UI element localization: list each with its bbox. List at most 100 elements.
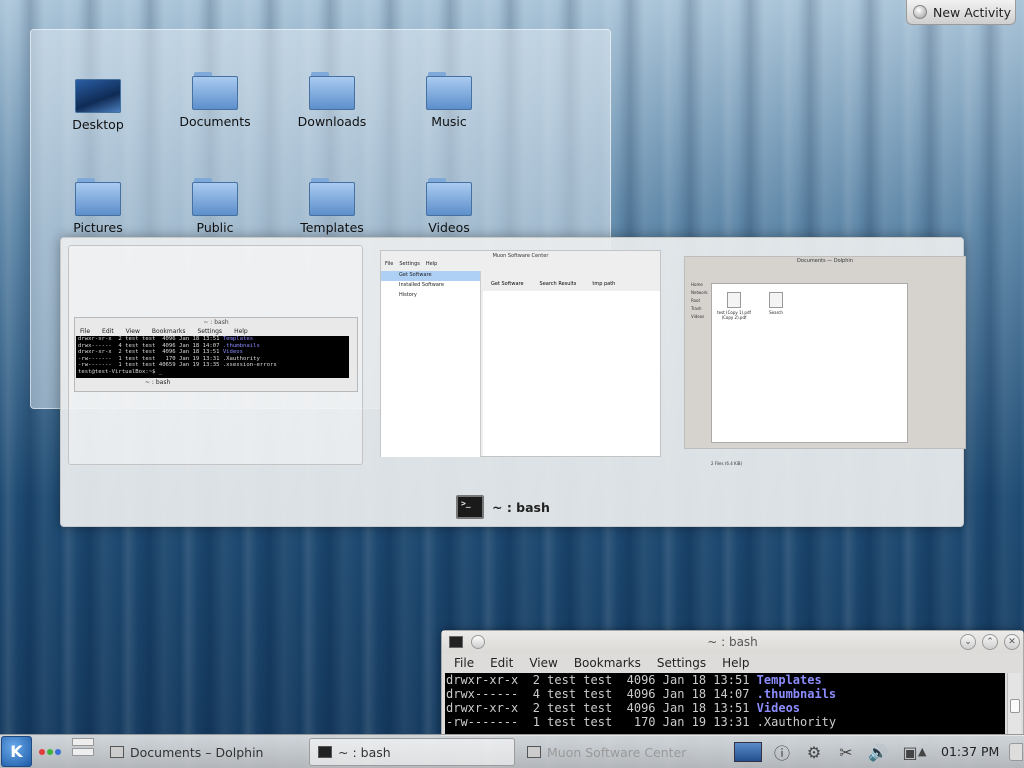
preview-place: Videos [691,314,705,319]
folder-label: Videos [428,220,470,235]
preview-place: Network [691,290,708,295]
muon-icon [527,746,541,758]
konsole-preview: ~ : bash File Edit View Bookmarks Settin… [74,317,358,392]
term-dir: Templates [756,673,822,687]
pictures-folder[interactable]: Pictures [48,178,148,235]
templates-folder[interactable]: Templates [282,178,382,235]
task-label: Muon Software Center [547,744,687,760]
tray-expand-icon[interactable]: ▲ [918,745,926,758]
activity-dot [39,749,45,755]
menu-file[interactable]: File [446,656,482,670]
term-line: drwxr-xr-x 2 test test 4096 Jan 18 13:51 [78,349,223,356]
term-line: -rw------- 1 test test 170 Jan 19 13:31 … [446,715,837,729]
new-activity-button[interactable]: New Activity [906,0,1016,25]
terminal-output[interactable]: drwxr-xr-x 2 test test 4096 Jan 18 13:51… [445,673,1005,735]
menubar: File Edit View Bookmarks Settings Help [442,653,1023,673]
menu-help[interactable]: Help [714,656,757,670]
kde-menu-icon[interactable]: K [1,736,32,767]
preview-toolbar: Get Software Search Results tmp path [483,279,660,289]
task-muon[interactable]: Muon Software Center [519,738,729,766]
preview-file-area: test (Copy 1).pdf (Copy 2).pdf Search [711,283,908,443]
new-activity-label: New Activity [933,4,1011,20]
preview-menu-item: File [385,261,394,267]
folder-label: Documents [179,114,251,129]
term-dir: .thumbnails [222,342,260,349]
volume-icon[interactable]: 🔊 [866,743,890,762]
close-icon[interactable]: ✕ [1004,634,1020,650]
preview-toolbar-item: Get Software [491,281,524,287]
folder-icon [192,72,238,110]
show-desktop-icon[interactable] [734,742,762,762]
dolphin-thumbnail[interactable]: Documents — Dolphin Home Network Root Tr… [684,256,966,466]
desktop-folder[interactable]: Desktop [48,75,148,132]
term-line: -rw------- 1 test test 40659 Jan 19 13:3… [78,362,277,369]
task-konsole[interactable]: ~ : bash [309,738,515,766]
desktop-pager[interactable] [72,738,94,766]
clock[interactable]: 01:37 PM [941,744,999,759]
folder-label: Downloads [297,114,367,129]
task-label: Documents – Dolphin [130,744,264,760]
konsole-window[interactable]: ~ : bash ⌄ ⌃ ✕ File Edit View Bookmarks … [441,630,1024,736]
preview-toolbar [685,265,965,279]
panel-toolbox-icon[interactable] [1009,743,1023,761]
folder-icon [192,178,238,216]
terminal-icon [318,746,332,758]
scrollbar[interactable] [1007,673,1021,735]
task-dolphin[interactable]: Documents – Dolphin [102,738,304,766]
muon-thumbnail[interactable]: Muon Software Center File Settings Help … [380,250,661,457]
settings-icon[interactable]: ⚙ [802,743,826,762]
preview-sidebar-item: Installed Software [399,282,444,288]
documents-folder[interactable]: Documents [165,72,265,129]
downloads-folder[interactable]: Downloads [282,72,382,129]
switcher-caption-text: ~ : bash [492,499,550,515]
menu-bookmarks[interactable]: Bookmarks [566,656,649,670]
preview-menu-item: Bookmarks [151,328,186,335]
task-switcher: ~ : bash File Edit View Bookmarks Settin… [60,237,966,527]
preview-title: Documents — Dolphin [797,258,853,264]
menu-view[interactable]: View [521,656,565,670]
preview-menu-item: View [125,328,140,335]
activity-manager-icon[interactable] [39,749,61,755]
folder-icon [75,178,121,216]
system-tray: ⓘ ⚙ ✂ 🔊 ▣ [734,738,922,766]
folder-icon [309,178,355,216]
folder-icon [426,178,472,216]
document-icon [727,292,741,308]
preview-search: tmp path [592,281,616,287]
menu-settings[interactable]: Settings [649,656,714,670]
scissors-icon[interactable]: ✂ [834,743,858,762]
preview-file-label: Search [769,310,783,315]
window-title: ~ : bash [707,635,758,649]
music-folder[interactable]: Music [399,72,499,129]
folder-icon [309,72,355,110]
term-line: drwxr-xr-x 2 test test 4096 Jan 18 13:51 [446,701,757,715]
preview-terminal: drwxr-xr-x 2 test test 4096 Jan 18 13:51… [76,336,349,378]
videos-folder[interactable]: Videos [399,178,499,235]
preview-menu-item: Help [425,261,438,267]
preview-menubar: File Edit View Bookmarks Settings Help [75,327,357,336]
term-dir: Templates [222,336,254,342]
preview-toolbar-item: Search Results [539,281,577,287]
public-folder[interactable]: Public [165,178,265,235]
folder-label: Desktop [72,117,124,132]
preview-status: 2 Files (6.4 KiB) [711,461,743,466]
preview-title: ~ : bash [203,319,229,326]
desktop-icon [75,75,121,113]
preview-menu-item: Settings [197,328,223,335]
preview-places: Home Network Root Trash Videos [686,282,708,322]
info-icon[interactable]: ⓘ [770,740,794,764]
term-dir: Videos [756,701,801,715]
folder-label: Pictures [73,220,123,235]
document-icon [769,292,783,308]
scrollbar-thumb[interactable] [1010,699,1020,713]
konsole-thumbnail[interactable]: ~ : bash File Edit View Bookmarks Settin… [68,245,363,465]
folder-label: Templates [300,220,364,235]
window-titlebar[interactable]: ~ : bash ⌄ ⌃ ✕ [442,631,1023,653]
folder-label: Public [196,220,234,235]
preview-menu-item: Help [234,328,248,335]
minimize-icon[interactable]: ⌄ [960,634,976,650]
maximize-icon[interactable]: ⌃ [982,634,998,650]
preview-content [483,291,660,456]
term-line: -rw------- 1 test test 170 Jan 19 13:31 … [78,355,260,362]
menu-edit[interactable]: Edit [482,656,521,670]
